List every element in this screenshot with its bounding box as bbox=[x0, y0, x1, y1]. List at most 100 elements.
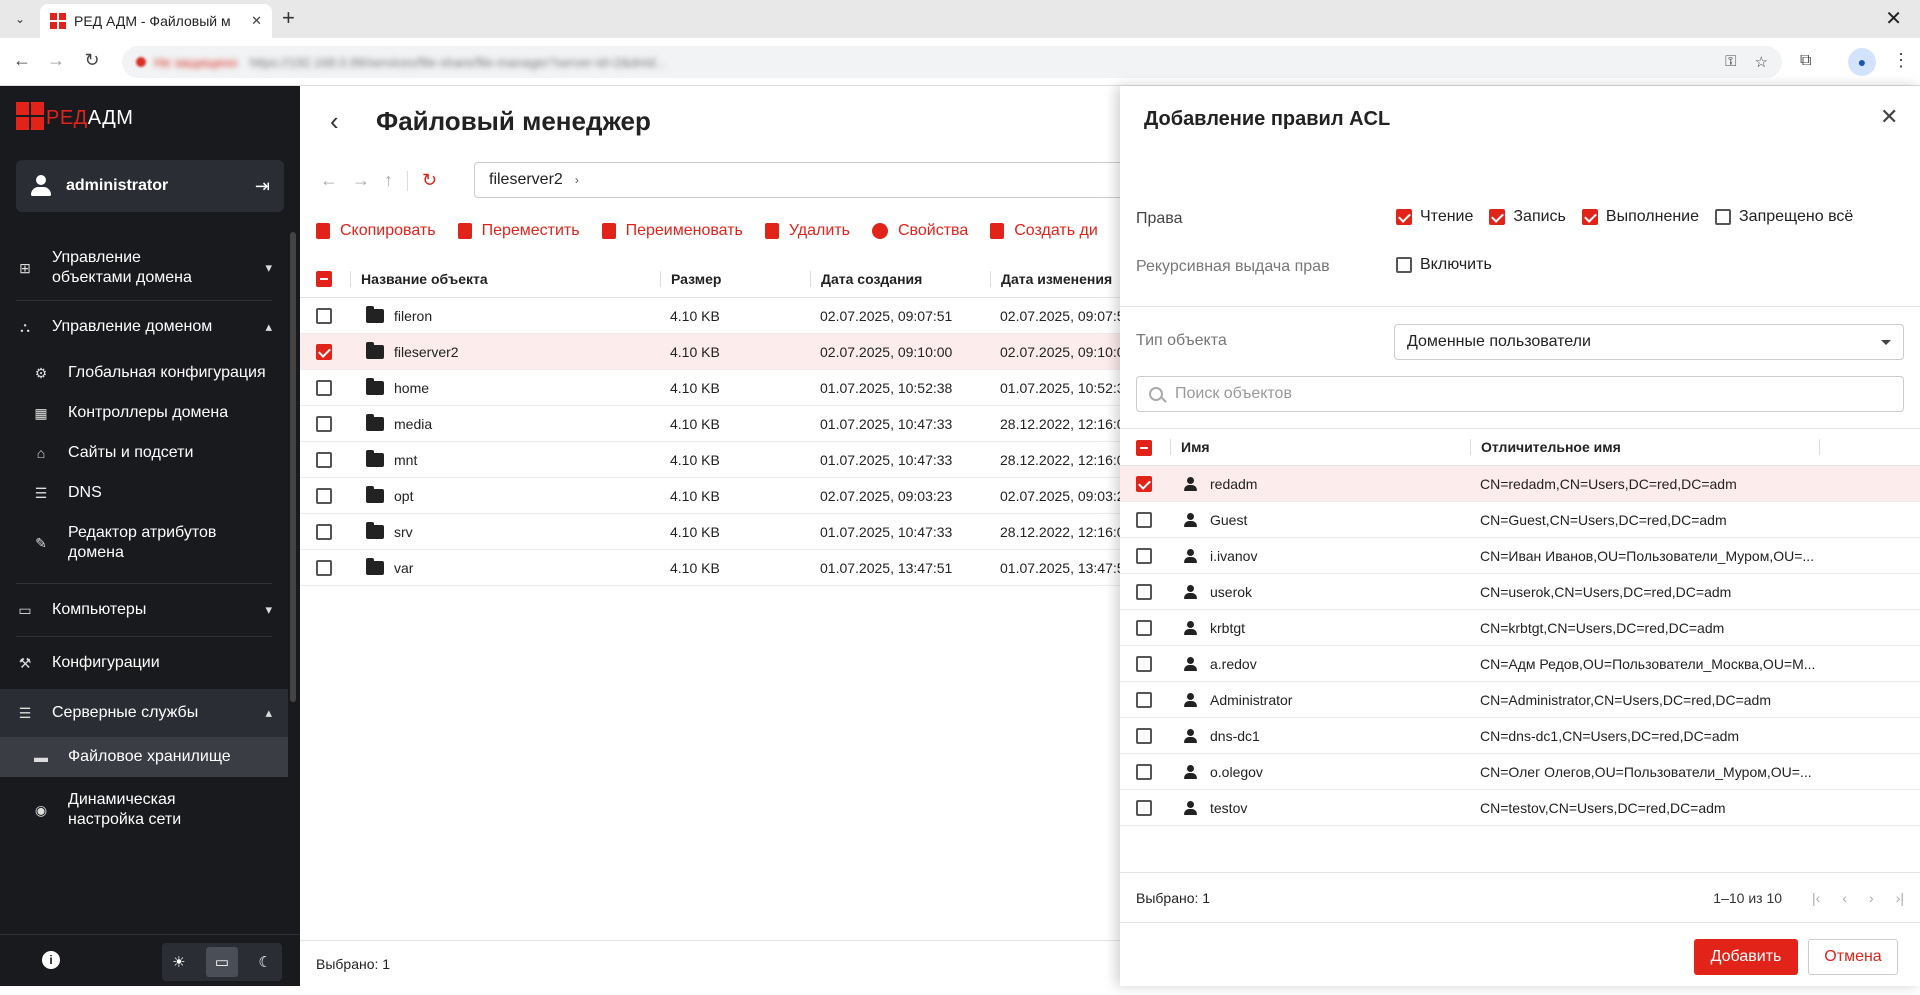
checkbox[interactable] bbox=[1581, 209, 1598, 225]
row-checkbox[interactable] bbox=[316, 344, 332, 361]
logout-icon[interactable]: ⇥ bbox=[255, 176, 270, 197]
reload-icon[interactable]: ↻ bbox=[80, 50, 104, 71]
sidebar-item-attribute-editor[interactable]: ✎ Редактор атрибутов домена bbox=[0, 513, 288, 573]
file-name[interactable]: home bbox=[394, 380, 429, 396]
table-row[interactable]: var 4.10 KB 01.07.2025, 13:47:51 01.07.2025… bbox=[300, 550, 1120, 586]
column-header-size[interactable]: Размер bbox=[660, 270, 810, 287]
delete-button[interactable]: Удалить bbox=[764, 222, 850, 240]
extension-icon[interactable]: ⧉ bbox=[1800, 52, 1811, 70]
row-checkbox[interactable] bbox=[316, 380, 332, 397]
table-row[interactable]: Administrator CN=Administrator,CN=Users,D… bbox=[1120, 682, 1920, 718]
window-close-icon[interactable]: ✕ bbox=[1885, 6, 1902, 31]
row-checkbox[interactable] bbox=[1136, 692, 1152, 709]
back-arrow-icon[interactable]: ‹ bbox=[330, 106, 339, 137]
table-row[interactable]: o.olegov CN=Олег Олегов,OU=Пользователи_М… bbox=[1120, 754, 1920, 790]
file-name[interactable]: fileron bbox=[394, 308, 432, 324]
path-up-icon[interactable]: ↑ bbox=[384, 170, 393, 191]
sidebar-scrollbar[interactable] bbox=[290, 232, 296, 702]
dark-theme-icon[interactable]: ☾ bbox=[258, 953, 271, 971]
search-input[interactable] bbox=[1175, 385, 1891, 403]
recursive-checkbox[interactable]: Включить bbox=[1396, 256, 1492, 274]
row-checkbox[interactable] bbox=[1136, 476, 1152, 493]
new-tab-icon[interactable]: + bbox=[282, 6, 295, 30]
sidebar-item-domain-objects[interactable]: ⊞ Управление объектами домена ▾ bbox=[0, 236, 288, 300]
file-name[interactable]: var bbox=[394, 560, 413, 576]
checkbox[interactable] bbox=[1489, 209, 1506, 225]
deny-all-checkbox[interactable]: Запрещено всё bbox=[1715, 208, 1853, 226]
sidebar-item-domain[interactable]: ⛬ Управление доменом ▴ bbox=[0, 301, 288, 353]
tab-search-icon[interactable]: ⌄ bbox=[8, 7, 32, 31]
row-checkbox[interactable] bbox=[1136, 800, 1152, 817]
table-row[interactable]: userok CN=userok,CN=Users,DC=red,DC=adm bbox=[1120, 574, 1920, 610]
move-button[interactable]: Переместить bbox=[457, 222, 580, 240]
browser-tab[interactable]: РЕД АДМ - Файловый м ✕ bbox=[40, 4, 272, 38]
sidebar-item-dhcp[interactable]: ◉ Динамическая настройка сети bbox=[0, 777, 288, 833]
address-bar[interactable]: Не защищено https://192.168.0.99/service… bbox=[122, 46, 1782, 78]
column-header-created[interactable]: Дата создания bbox=[810, 270, 990, 287]
table-row[interactable]: a.redov CN=Адм Редов,OU=Пользователи_Моск… bbox=[1120, 646, 1920, 682]
path-breadcrumb[interactable]: fileserver2 › bbox=[474, 162, 1134, 198]
sidebar-item-global-config[interactable]: ⚙ Глобальная конфигурация bbox=[0, 353, 288, 393]
table-row[interactable]: redadm CN=redadm,CN=Users,DC=red,DC=adm bbox=[1120, 466, 1920, 502]
select-all-checkbox[interactable] bbox=[1136, 439, 1152, 456]
info-icon[interactable]: i bbox=[42, 951, 60, 969]
column-header-name[interactable]: Имя bbox=[1170, 439, 1470, 455]
file-name[interactable]: mnt bbox=[394, 452, 417, 468]
object-type-select[interactable]: Доменные пользователи bbox=[1394, 324, 1904, 360]
path-back-icon[interactable]: ← bbox=[320, 170, 338, 191]
row-checkbox[interactable] bbox=[1136, 764, 1152, 781]
sidebar-item-domain-controllers[interactable]: ▦ Контроллеры домена bbox=[0, 393, 288, 433]
table-row[interactable]: Guest CN=Guest,CN=Users,DC=red,DC=adm bbox=[1120, 502, 1920, 538]
row-checkbox[interactable] bbox=[316, 488, 332, 505]
copy-button[interactable]: Скопировать bbox=[316, 222, 436, 240]
file-name[interactable]: media bbox=[394, 416, 432, 432]
row-checkbox[interactable] bbox=[1136, 656, 1152, 673]
row-checkbox[interactable] bbox=[1136, 512, 1152, 529]
execute-checkbox[interactable]: Выполнение bbox=[1581, 208, 1699, 226]
forward-icon[interactable]: → bbox=[44, 50, 68, 71]
system-theme-icon[interactable]: ▭ bbox=[205, 947, 238, 977]
column-header-modified[interactable]: Дата изменения bbox=[990, 270, 1120, 287]
kebab-menu-icon[interactable]: ⋮ bbox=[1892, 50, 1910, 71]
prev-page-icon[interactable]: ‹ bbox=[1842, 890, 1847, 906]
next-page-icon[interactable]: › bbox=[1869, 890, 1874, 906]
table-row[interactable]: home 4.10 KB 01.07.2025, 10:52:38 01.07.202… bbox=[300, 370, 1120, 406]
table-row[interactable]: krbtgt CN=krbtgt,CN=Users,DC=red,DC=adm bbox=[1120, 610, 1920, 646]
properties-button[interactable]: Свойства bbox=[871, 222, 968, 240]
last-page-icon[interactable]: ›| bbox=[1896, 890, 1904, 906]
row-checkbox[interactable] bbox=[316, 560, 332, 577]
column-header-dn[interactable]: Отличительное имя bbox=[1470, 439, 1820, 455]
read-checkbox[interactable]: Чтение bbox=[1396, 208, 1473, 226]
file-name[interactable]: srv bbox=[394, 524, 413, 540]
table-row[interactable]: dns-dc1 CN=dns-dc1,CN=Users,DC=red,DC=adm bbox=[1120, 718, 1920, 754]
breadcrumb-item[interactable]: fileserver2 bbox=[489, 171, 563, 189]
checkbox[interactable] bbox=[1396, 257, 1412, 273]
table-row[interactable]: srv 4.10 KB 01.07.2025, 10:47:33 28.12.2022… bbox=[300, 514, 1120, 550]
profile-icon[interactable]: ● bbox=[1848, 48, 1876, 76]
star-icon[interactable]: ☆ bbox=[1755, 53, 1768, 71]
refresh-icon[interactable]: ↻ bbox=[422, 170, 437, 191]
close-tab-icon[interactable]: ✕ bbox=[251, 13, 262, 29]
sidebar-item-dns[interactable]: ☰ DNS bbox=[0, 473, 288, 513]
create-directory-button[interactable]: Создать ди bbox=[990, 222, 1098, 240]
write-checkbox[interactable]: Запись bbox=[1489, 208, 1566, 226]
row-checkbox[interactable] bbox=[1136, 584, 1152, 601]
row-checkbox[interactable] bbox=[316, 308, 332, 325]
sidebar-item-server-services[interactable]: ☰ Серверные службы ▴ bbox=[0, 689, 288, 737]
add-button[interactable]: Добавить bbox=[1694, 939, 1798, 975]
rename-button[interactable]: Переименовать bbox=[601, 222, 743, 240]
sidebar-item-file-storage[interactable]: ▬ Файловое хранилище bbox=[0, 737, 288, 777]
row-checkbox[interactable] bbox=[316, 452, 332, 469]
table-row[interactable]: testov CN=testov,CN=Users,DC=red,DC=adm bbox=[1120, 790, 1920, 826]
row-checkbox[interactable] bbox=[316, 524, 332, 541]
table-row[interactable]: opt 4.10 KB 02.07.2025, 09:03:23 02.07.2025… bbox=[300, 478, 1120, 514]
path-forward-icon[interactable]: → bbox=[352, 170, 370, 191]
column-header-name[interactable]: Название объекта bbox=[350, 270, 660, 287]
sidebar-item-computers[interactable]: ▭ Компьютеры ▾ bbox=[0, 584, 288, 636]
row-checkbox[interactable] bbox=[1136, 728, 1152, 745]
table-row[interactable]: mnt 4.10 KB 01.07.2025, 10:47:33 28.12.2022… bbox=[300, 442, 1120, 478]
back-icon[interactable]: ← bbox=[10, 50, 34, 71]
table-row[interactable]: fileserver2 4.10 KB 02.07.2025, 09:10:00 02… bbox=[300, 334, 1120, 370]
checkbox[interactable] bbox=[1396, 209, 1412, 225]
row-checkbox[interactable] bbox=[1136, 548, 1152, 565]
